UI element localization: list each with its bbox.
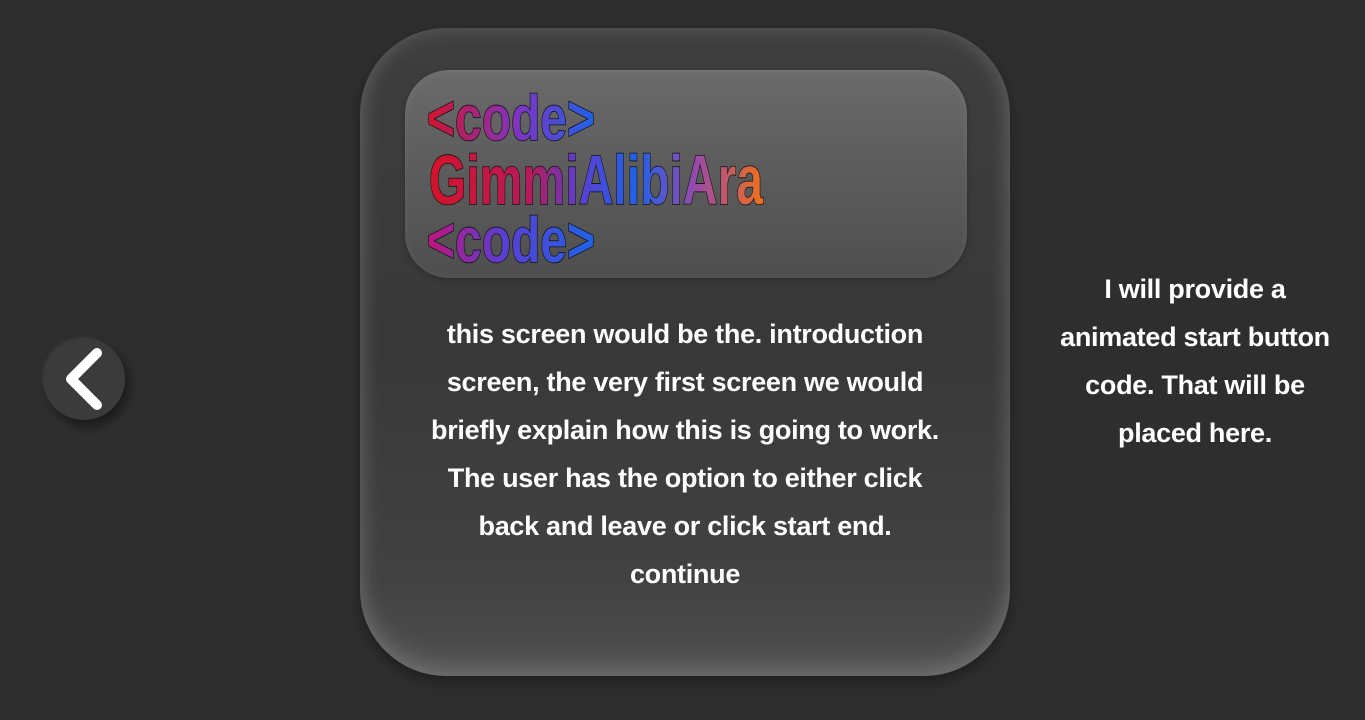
intro-card: <code> GimmiAlibiAra <code> this screen …	[360, 28, 1010, 676]
chevron-left-icon	[66, 348, 102, 410]
back-button[interactable]	[43, 338, 125, 420]
intro-description: this screen would be the. introduction s…	[431, 319, 939, 589]
start-button-placeholder-note: I will provide a animated start button c…	[1060, 274, 1330, 448]
brand-logo: <code> GimmiAlibiAra <code>	[426, 81, 764, 277]
logo-line-3: <code>	[427, 204, 595, 276]
intro-screen: <code> GimmiAlibiAra <code> this screen …	[0, 0, 1365, 720]
logo-panel: <code> GimmiAlibiAra <code>	[405, 70, 967, 278]
